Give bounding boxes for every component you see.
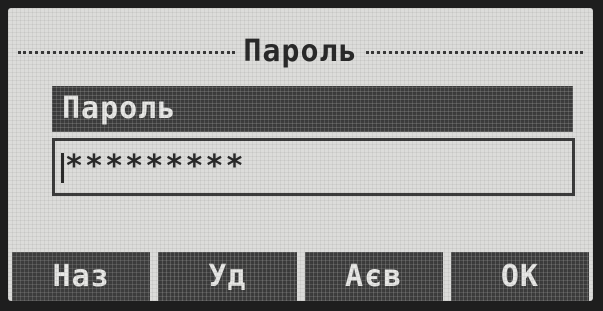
password-field-label: Пароль [62,91,177,126]
back-softkey-label: Наз [52,259,110,294]
softkey-bar: Наз Уд Аєв ОК [8,252,593,301]
delete-softkey-label: Уд [208,259,247,294]
input-mode-softkey[interactable]: Аєв [304,252,444,301]
password-input[interactable]: ********* [52,138,575,196]
ok-softkey-label: ОК [500,259,539,294]
input-mode-softkey-label: Аєв [345,259,403,294]
lcd-screen: Пароль Пароль ********* Наз Уд Аєв ОК [8,8,593,301]
screen-title: Пароль [243,34,358,69]
screen-header: Пароль [18,34,583,70]
password-input-value: ********* [65,149,246,184]
header-divider-right [365,50,583,54]
phone-bezel: Пароль Пароль ********* Наз Уд Аєв ОК [0,0,603,311]
header-divider-left [18,50,236,54]
delete-softkey[interactable]: Уд [158,252,297,301]
ok-softkey[interactable]: ОК [450,252,590,301]
password-field-label-bar: Пароль [52,86,573,132]
back-softkey[interactable]: Наз [12,252,151,301]
text-cursor [61,153,64,183]
